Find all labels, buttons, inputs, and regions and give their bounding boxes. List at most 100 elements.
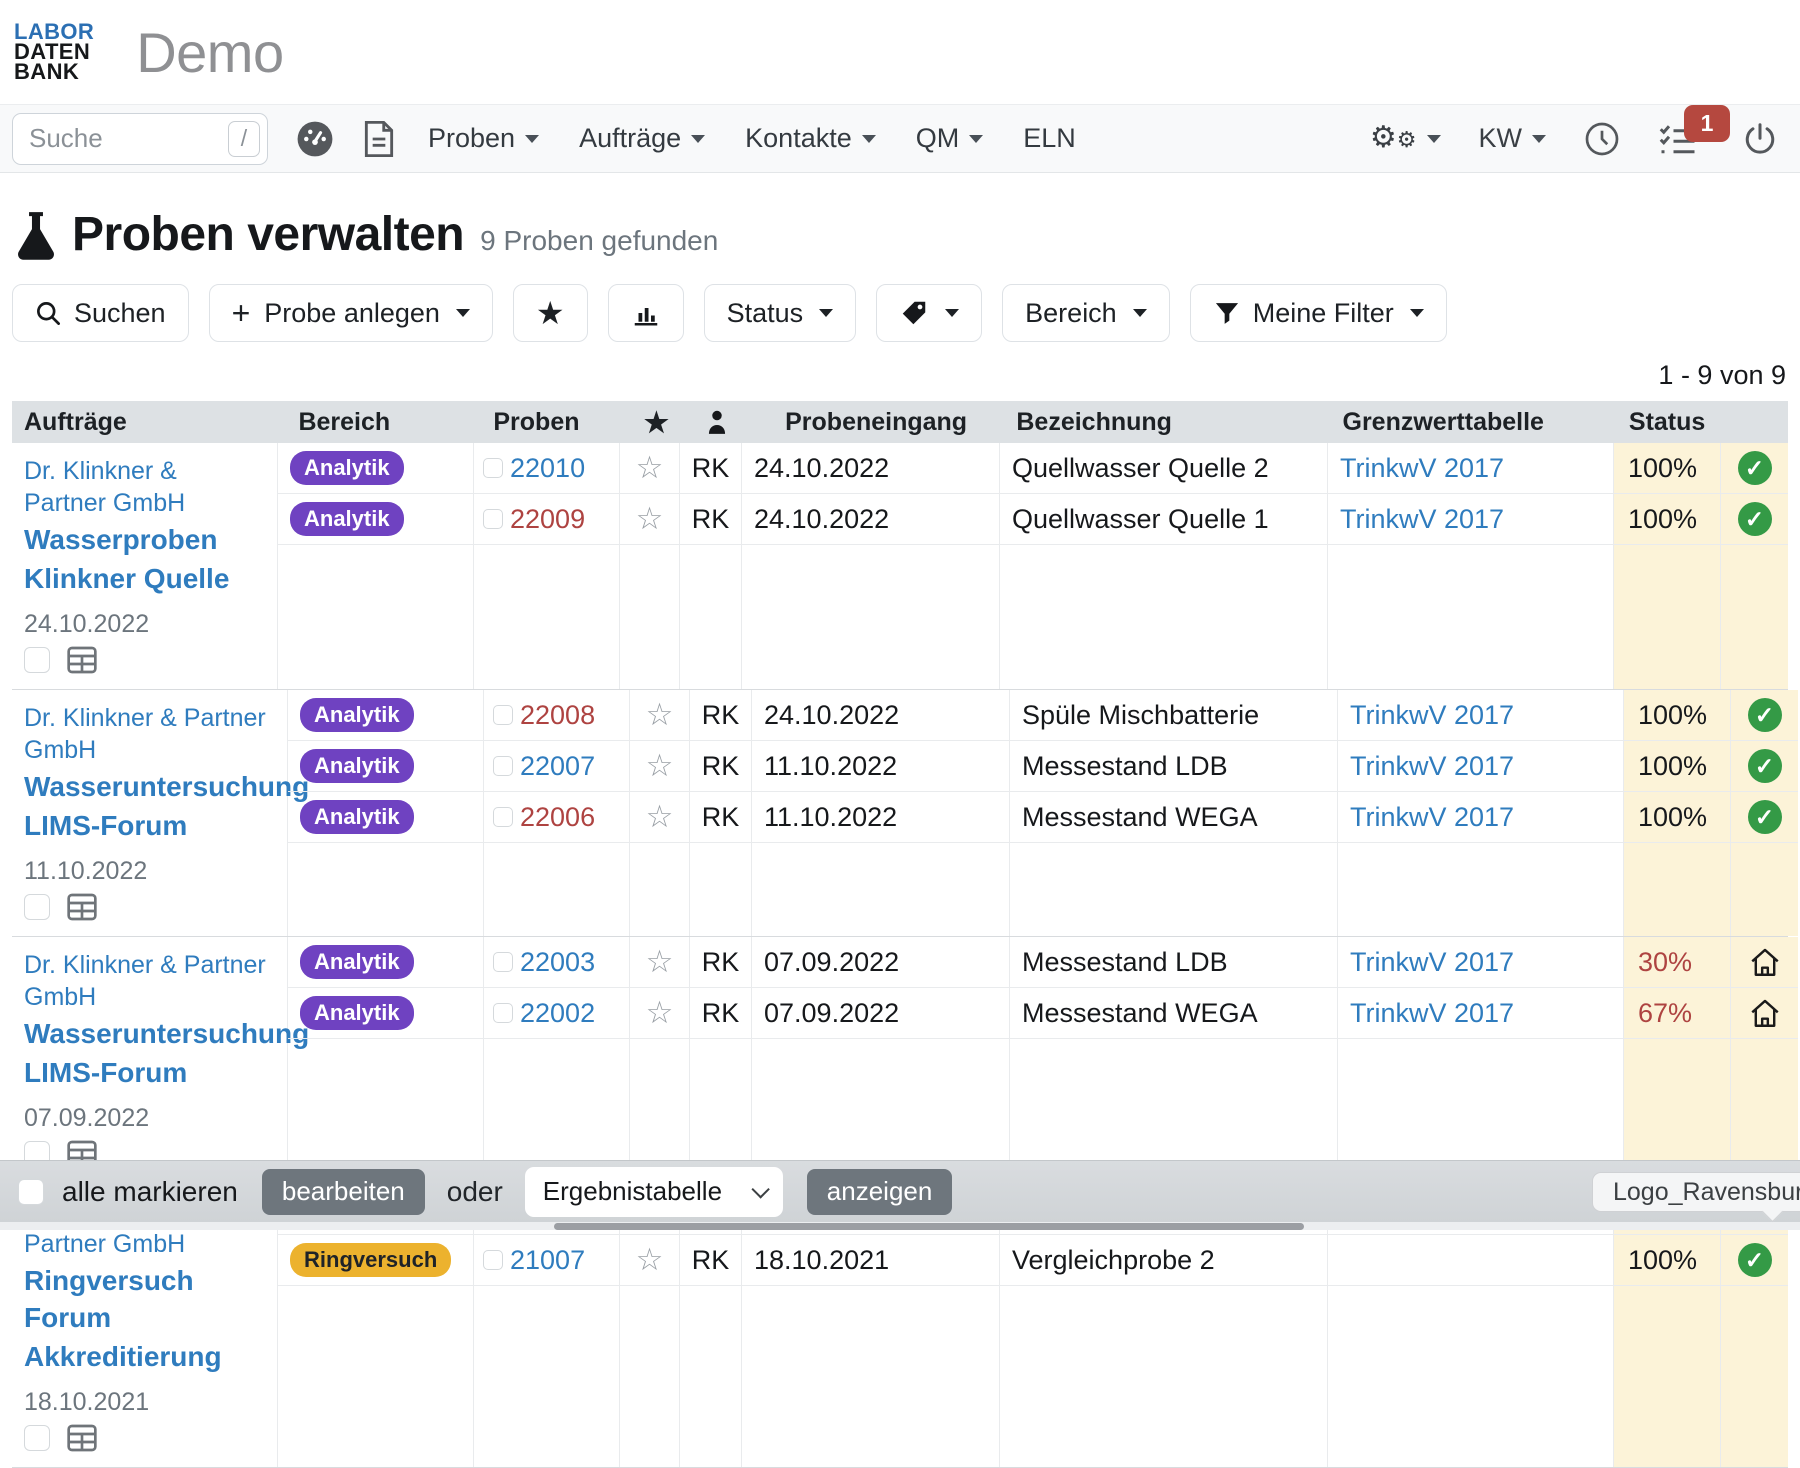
status-filter-button[interactable]: Status	[704, 284, 857, 342]
bereich-badge[interactable]: Analytik	[300, 996, 414, 1030]
col-proben[interactable]: Proben	[481, 401, 626, 443]
nav-item-eln[interactable]: ELN	[1023, 123, 1076, 154]
nav-item-kontakte[interactable]: Kontakte	[745, 123, 876, 154]
dashboard-icon[interactable]	[296, 120, 334, 158]
tasks-checklist-icon[interactable]: 1	[1658, 121, 1698, 157]
result-table-select[interactable]: Ergebnistabelle	[525, 1167, 783, 1217]
limit-table-link[interactable]: TrinkwV 2017	[1350, 700, 1514, 731]
col-probeneingang[interactable]: Probeneingang	[748, 401, 1004, 443]
limit-table-link[interactable]: TrinkwV 2017	[1340, 453, 1504, 484]
search-button[interactable]: Suchen	[12, 284, 189, 342]
row-checkbox[interactable]	[493, 1003, 513, 1023]
bereich-badge[interactable]: Analytik	[300, 698, 414, 732]
order-company-link[interactable]: Dr. Klinkner & Partner GmbH	[24, 455, 263, 519]
labordatenbank-logo[interactable]: LABOR DATEN BANK	[14, 22, 94, 82]
user-cell: RK	[680, 1235, 742, 1285]
bezeichnung-cell: Messestand LDB	[1010, 741, 1338, 791]
order-company-link[interactable]: Dr. Klinkner & Partner GmbH	[24, 949, 273, 1013]
row-checkbox[interactable]	[493, 756, 513, 776]
bereich-badge[interactable]: Analytik	[290, 502, 404, 536]
bezeichnung-cell: Messestand WEGA	[1010, 988, 1338, 1038]
user-menu[interactable]: KW	[1479, 123, 1547, 154]
limit-table-link[interactable]: TrinkwV 2017	[1350, 751, 1514, 782]
bereich-badge[interactable]: Analytik	[300, 945, 414, 979]
chevron-down-icon	[751, 1180, 769, 1198]
limit-table-link[interactable]: TrinkwV 2017	[1350, 802, 1514, 833]
user-initials: RK	[692, 1245, 730, 1276]
bereich-badge[interactable]: Analytik	[290, 451, 404, 485]
col-bezeichnung[interactable]: Bezeichnung	[1004, 401, 1330, 443]
grid-icon[interactable]	[66, 892, 98, 922]
grid-icon[interactable]	[66, 645, 98, 675]
settings-gears-menu[interactable]: ⚙⚙	[1370, 135, 1441, 143]
favorite-cell: ☆	[620, 494, 680, 544]
order-checkbox[interactable]	[24, 647, 50, 673]
order-subtitle-link[interactable]: Akkreditierung	[24, 1338, 263, 1375]
chart-button[interactable]	[608, 284, 684, 342]
order-checkbox[interactable]	[24, 1425, 50, 1451]
col-status[interactable]: Status	[1615, 401, 1721, 443]
order-checkbox[interactable]	[24, 894, 50, 920]
limit-table-link[interactable]: TrinkwV 2017	[1350, 998, 1514, 1029]
col-bereich[interactable]: Bereich	[286, 401, 481, 443]
order-title-link[interactable]: Ringversuch Forum	[24, 1262, 263, 1336]
limit-table-link[interactable]: TrinkwV 2017	[1350, 947, 1514, 978]
show-button[interactable]: anzeigen	[807, 1169, 953, 1215]
bezeichnung-cell: Messestand LDB	[1010, 937, 1338, 987]
nav-item-qm[interactable]: QM	[916, 123, 984, 154]
document-icon[interactable]	[362, 120, 396, 158]
sample-link[interactable]: 22010	[510, 453, 585, 484]
grenzwert-cell: TrinkwV 2017	[1338, 792, 1624, 842]
nav-item-auftraege[interactable]: Aufträge	[579, 123, 705, 154]
bereich-badge[interactable]: Analytik	[300, 800, 414, 834]
col-grenzwerttabelle[interactable]: Grenzwerttabelle	[1331, 401, 1615, 443]
row-checkbox[interactable]	[493, 807, 513, 827]
favorite-cell: ☆	[620, 443, 680, 493]
col-auftraege[interactable]: Aufträge	[12, 401, 286, 443]
create-sample-button[interactable]: + Probe anlegen	[209, 284, 493, 342]
power-icon[interactable]	[1742, 121, 1778, 157]
order-title-link[interactable]: Wasserproben	[24, 521, 263, 558]
sample-link[interactable]: 22006	[520, 802, 595, 833]
order-group: Dr. Klinkner & Partner GmbHWasseruntersu…	[12, 690, 1788, 937]
sample-link[interactable]: 22009	[510, 504, 585, 535]
edit-button[interactable]: bearbeiten	[262, 1169, 425, 1215]
bereich-badge[interactable]: Analytik	[300, 749, 414, 783]
limit-table-link[interactable]: TrinkwV 2017	[1340, 504, 1504, 535]
order-title-link[interactable]: Wasseruntersuchung	[24, 1015, 273, 1052]
table-header-row: Aufträge Bereich Proben ★ Probeneingang …	[12, 401, 1788, 443]
order-subtitle-link[interactable]: Klinkner Quelle	[24, 560, 263, 597]
sample-link[interactable]: 21007	[510, 1245, 585, 1276]
tags-filter-button[interactable]	[876, 284, 982, 342]
col-favorite[interactable]: ★	[627, 401, 687, 443]
sample-link[interactable]: 22003	[520, 947, 595, 978]
my-filters-button[interactable]: Meine Filter	[1190, 284, 1447, 342]
order-subtitle-link[interactable]: LIMS-Forum	[24, 807, 273, 844]
row-checkbox[interactable]	[483, 509, 503, 529]
tag-icon	[899, 298, 929, 328]
sample-link[interactable]: 22007	[520, 751, 595, 782]
bereich-filter-button[interactable]: Bereich	[1002, 284, 1170, 342]
row-checkbox[interactable]	[483, 1250, 503, 1270]
row-checkbox[interactable]	[483, 458, 503, 478]
select-all-checkbox[interactable]	[18, 1179, 44, 1205]
favorites-button[interactable]: ★	[513, 284, 588, 342]
bereich-badge[interactable]: Ringversuch	[290, 1243, 451, 1277]
row-checkbox[interactable]	[493, 705, 513, 725]
order-company-link[interactable]: Dr. Klinkner & Partner GmbH	[24, 702, 273, 766]
favorite-cell: ☆	[630, 988, 690, 1038]
user-initials: RK	[692, 504, 730, 535]
order-subtitle-link[interactable]: LIMS-Forum	[24, 1054, 273, 1091]
grid-icon[interactable]	[66, 1423, 98, 1453]
order-title-link[interactable]: Wasseruntersuchung	[24, 768, 273, 805]
user-initials: RK	[702, 802, 740, 833]
favorite-cell: ☆	[630, 741, 690, 791]
clock-icon[interactable]	[1584, 121, 1620, 157]
horizontal-scrollbar-thumb[interactable]	[554, 1223, 1304, 1230]
sample-link[interactable]: 22008	[520, 700, 595, 731]
col-user[interactable]	[686, 401, 748, 443]
nav-item-proben[interactable]: Proben	[428, 123, 539, 154]
sample-link[interactable]: 22002	[520, 998, 595, 1029]
row-checkbox[interactable]	[493, 952, 513, 972]
grenzwert-cell: TrinkwV 2017	[1328, 443, 1614, 493]
